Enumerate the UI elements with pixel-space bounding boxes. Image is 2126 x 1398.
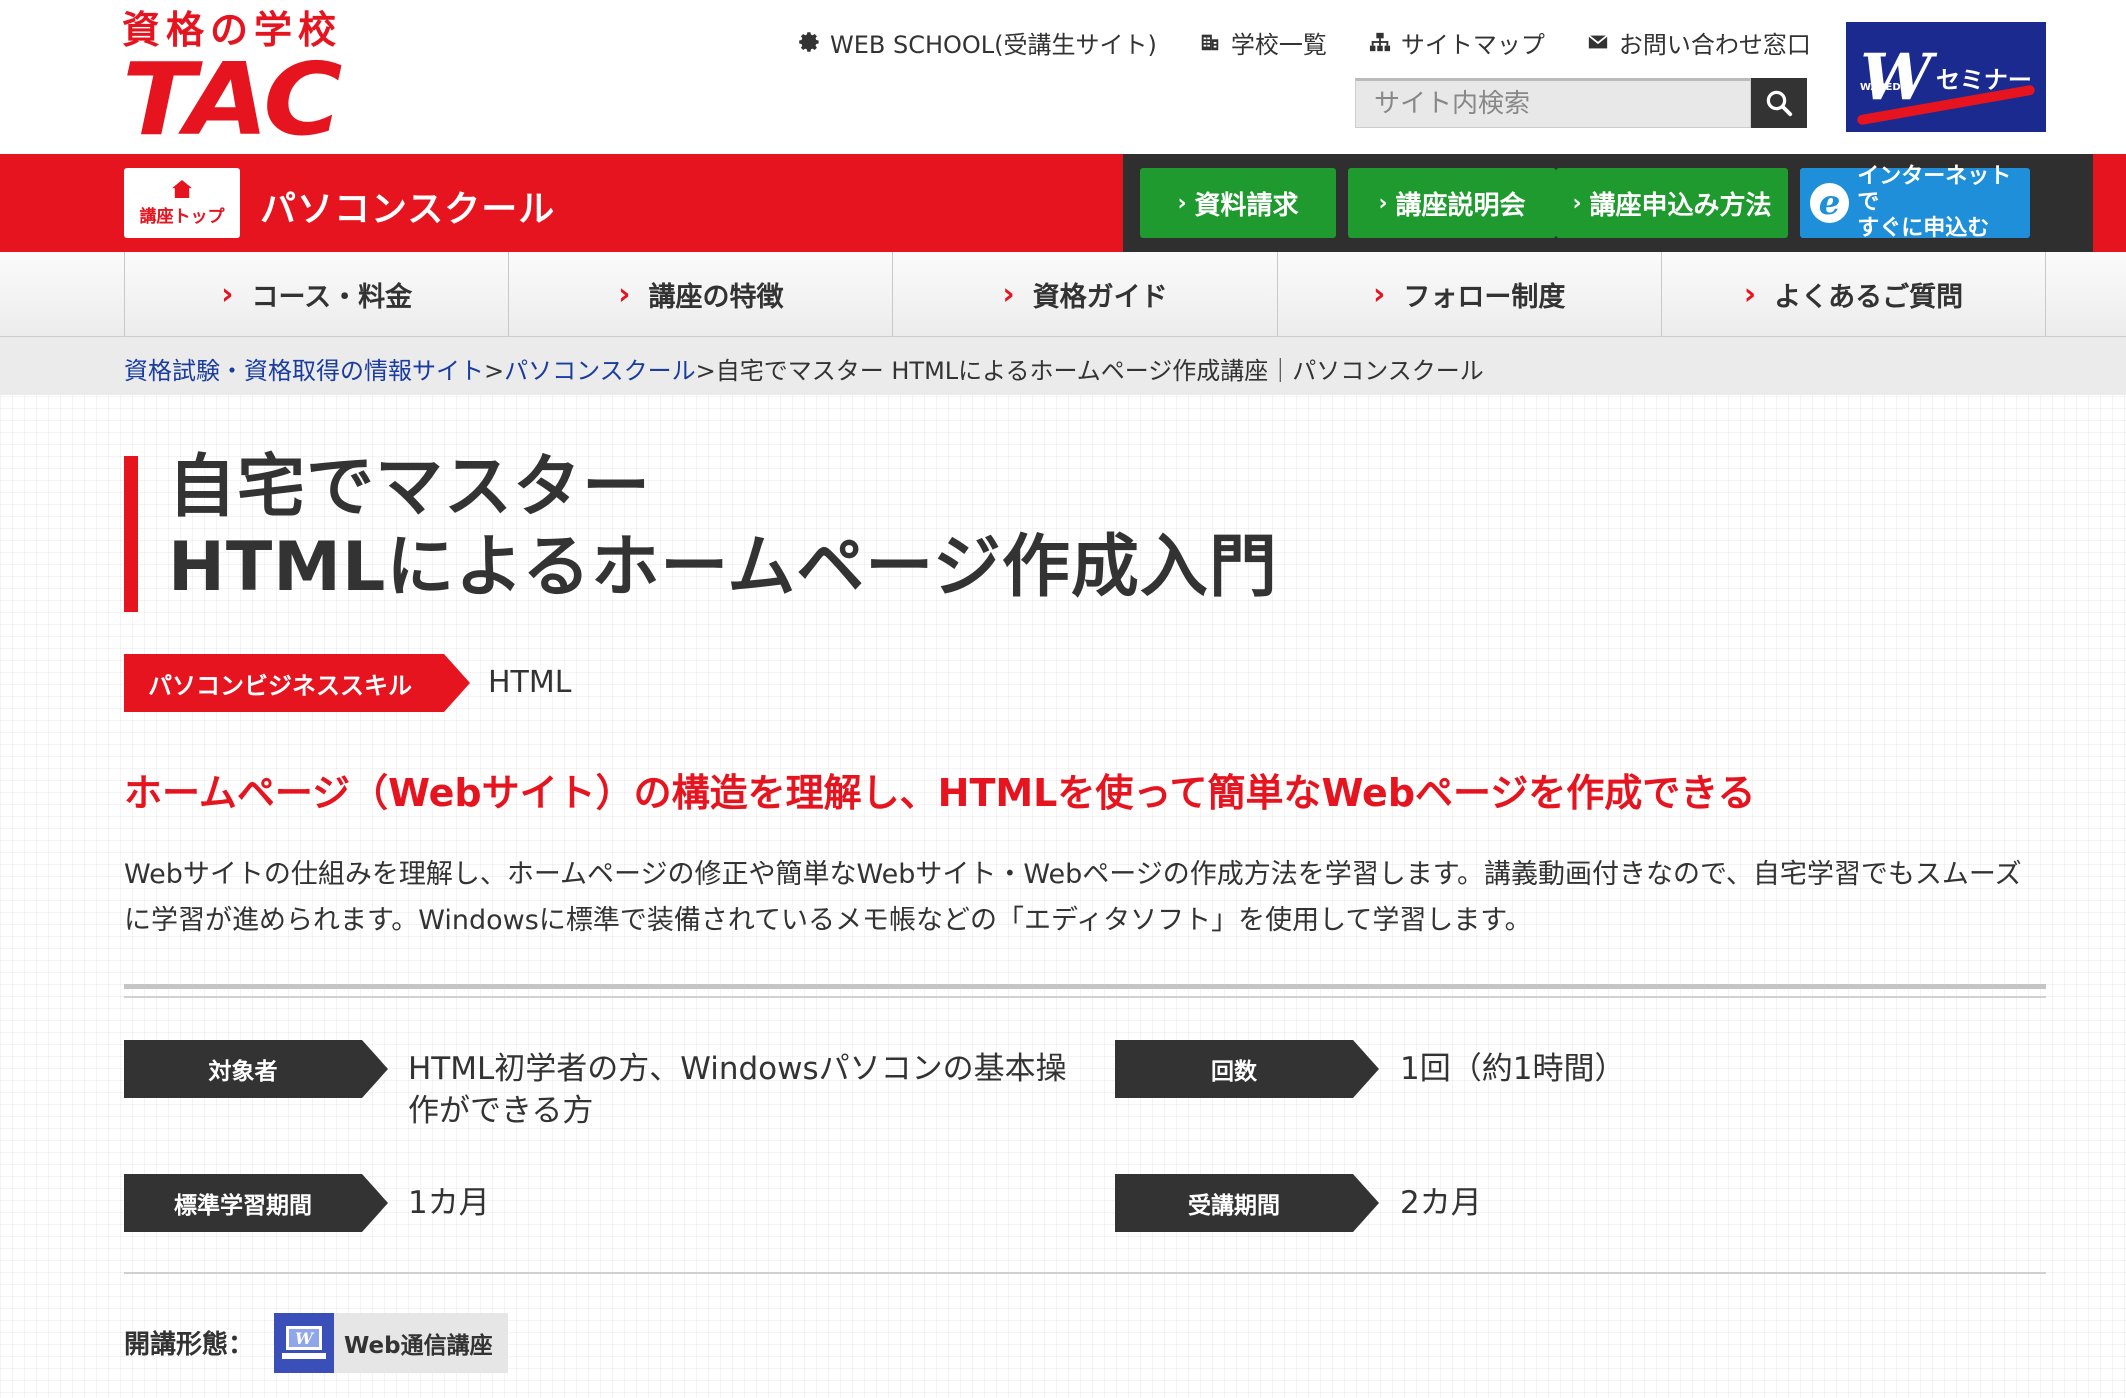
building-icon bbox=[1197, 29, 1223, 55]
search-button[interactable] bbox=[1751, 78, 1807, 128]
spec-label-text: 対象者 bbox=[124, 1040, 362, 1098]
course-top-button[interactable]: 講座トップ bbox=[124, 168, 240, 238]
chevron-right-icon: › bbox=[1572, 190, 1582, 216]
nav-item-follow[interactable]: › フォロー制度 bbox=[1278, 252, 1662, 337]
w-seminar-logo[interactable]: W セミナー WASEDA bbox=[1846, 22, 2046, 132]
chevron-right-icon: › bbox=[618, 277, 631, 312]
spec-label-arrow bbox=[1353, 1040, 1379, 1098]
category-tag-label: パソコンビジネススキル bbox=[124, 654, 444, 712]
site-search bbox=[1355, 78, 1807, 128]
format-label: 開講形態： bbox=[124, 1330, 255, 1360]
info-session-button[interactable]: › 講座説明会 bbox=[1348, 168, 1556, 238]
top-link-label: サイトマップ bbox=[1400, 30, 1545, 59]
chevron-right-icon: › bbox=[221, 277, 234, 312]
request-materials-button[interactable]: › 資料請求 bbox=[1140, 168, 1336, 238]
format-badge[interactable]: W Web通信講座 bbox=[274, 1313, 508, 1373]
waseda-text: WASEDA bbox=[1860, 82, 1909, 93]
main-nav: › コース・料金 › 講座の特徴 › 資格ガイド › フォロー制度 › よくあるご質問 bbox=[0, 252, 2126, 337]
top-link-label: 学校一覧 bbox=[1230, 30, 1327, 59]
apply-online-line2: すぐに申込む bbox=[1857, 216, 1990, 241]
top-link-school-list[interactable]: 学校一覧 bbox=[1197, 25, 1327, 60]
cta-label: 資料請求 bbox=[1194, 190, 1299, 221]
section-divider bbox=[124, 984, 2046, 989]
chevron-right-icon: › bbox=[1373, 277, 1386, 312]
nav-item-label: 講座の特徴 bbox=[648, 282, 784, 313]
home-icon bbox=[172, 179, 192, 198]
nav-item-label: よくあるご質問 bbox=[1774, 282, 1964, 313]
apply-online-label: インターネットで すぐに申込む bbox=[1857, 164, 2030, 242]
top-link-sitemap[interactable]: サイトマップ bbox=[1367, 25, 1545, 60]
top-link-contact[interactable]: お問い合わせ窓口 bbox=[1585, 25, 1811, 60]
cta-label: 講座説明会 bbox=[1395, 190, 1526, 221]
lead-heading: ホームページ（Webサイト）の構造を理解し、HTMLを使って簡単なWebページを… bbox=[124, 771, 1756, 815]
spec-label-arrow bbox=[1353, 1174, 1379, 1232]
nav-item-features[interactable]: › 講座の特徴 bbox=[509, 252, 894, 337]
mail-icon bbox=[1585, 29, 1611, 55]
format-badge-label: Web通信講座 bbox=[344, 1333, 493, 1359]
spec-label-text: 回数 bbox=[1115, 1040, 1353, 1098]
search-input[interactable] bbox=[1355, 78, 1751, 128]
breadcrumb-separator: > bbox=[695, 357, 716, 385]
page-title-line2: HTMLによるホームページ作成入門 bbox=[168, 528, 1278, 607]
page-title: 自宅でマスター HTMLによるホームページ作成入門 bbox=[168, 448, 1278, 608]
apply-online-button[interactable]: e インターネットで すぐに申込む bbox=[1800, 164, 2030, 241]
application-method-button[interactable]: › 講座申込み方法 bbox=[1556, 168, 1788, 238]
category-tag-arrow bbox=[444, 654, 470, 712]
tac-logo[interactable]: 資格の学校 TAC bbox=[122, 8, 352, 150]
spec-value-sessions: 1回（約1時間） bbox=[1400, 1051, 1626, 1087]
school-name: パソコンスクール bbox=[260, 189, 556, 230]
site-header: 資格の学校 TAC WEB SCHOOL(受講生サイト) 学校一覧 サイトマップ bbox=[0, 0, 2126, 154]
chevron-right-icon: › bbox=[1002, 277, 1015, 312]
logo-title: TAC bbox=[122, 41, 342, 158]
breadcrumb-current: 自宅でマスター HTMLによるホームページ作成講座｜パソコンスクール bbox=[715, 357, 1484, 385]
spec-label-arrow bbox=[362, 1174, 388, 1232]
breadcrumb-separator: > bbox=[484, 357, 505, 385]
apply-online-line1: インターネットで bbox=[1857, 164, 2012, 215]
spec-value-access: 2カ月 bbox=[1400, 1185, 1482, 1221]
title-accent-bar bbox=[124, 456, 138, 612]
chevron-right-icon: › bbox=[1378, 190, 1388, 216]
top-link-web-school[interactable]: WEB SCHOOL(受講生サイト) bbox=[796, 25, 1157, 60]
spec-value-period: 1カ月 bbox=[408, 1185, 490, 1221]
section-divider bbox=[124, 996, 2046, 998]
spec-label-text: 受講期間 bbox=[1115, 1174, 1353, 1232]
spec-value-target: HTML初学者の方、Windowsパソコンの基本操作ができる方 bbox=[408, 1051, 1067, 1129]
sitemap-icon bbox=[1367, 29, 1393, 55]
search-icon bbox=[1766, 90, 1793, 117]
course-description: Webサイトの仕組みを理解し、ホームページの修正や簡単なWebサイト・Webペー… bbox=[124, 859, 2022, 936]
category-sub: HTML bbox=[488, 665, 572, 700]
spec-label-text: 標準学習期間 bbox=[124, 1174, 362, 1232]
breadcrumb: 資格試験・資格取得の情報サイト>パソコンスクール>自宅でマスター HTMLによる… bbox=[0, 337, 2126, 395]
cta-label: 講座申込み方法 bbox=[1589, 190, 1772, 221]
top-link-label: お問い合わせ窓口 bbox=[1618, 30, 1811, 59]
gear-icon bbox=[796, 29, 822, 55]
nav-item-courses[interactable]: › コース・料金 bbox=[125, 252, 510, 337]
nav-item-label: 資格ガイド bbox=[1032, 282, 1168, 313]
nav-item-faq[interactable]: › よくあるご質問 bbox=[1662, 252, 2047, 337]
nav-item-label: コース・料金 bbox=[251, 282, 413, 313]
nav-item-guide[interactable]: › 資格ガイド bbox=[893, 252, 1278, 337]
section-divider bbox=[124, 1272, 2046, 1274]
course-top-label: 講座トップ bbox=[139, 206, 225, 227]
course-band: 講座トップ パソコンスクール › 資料請求 › 講座説明会 › 講座申込み方法 … bbox=[0, 154, 2126, 252]
page-title-line1: 自宅でマスター bbox=[168, 448, 652, 527]
chevron-right-icon: › bbox=[1743, 277, 1757, 312]
breadcrumb-link-home[interactable]: 資格試験・資格取得の情報サイト bbox=[124, 357, 484, 385]
category-tag: パソコンビジネススキル bbox=[124, 654, 470, 712]
nav-item-label: フォロー制度 bbox=[1403, 282, 1566, 313]
breadcrumb-link-pc-school[interactable]: パソコンスクール bbox=[504, 357, 696, 385]
svg-text:W: W bbox=[295, 1329, 315, 1348]
top-link-label: WEB SCHOOL(受講生サイト) bbox=[830, 30, 1157, 59]
spec-label-arrow bbox=[362, 1040, 388, 1098]
top-links: WEB SCHOOL(受講生サイト) 学校一覧 サイトマップ お問い合わせ窓口 bbox=[796, 22, 1811, 62]
chevron-right-icon: › bbox=[1177, 190, 1187, 216]
e-icon: e bbox=[1810, 183, 1850, 223]
web-course-icon: W bbox=[274, 1313, 334, 1373]
